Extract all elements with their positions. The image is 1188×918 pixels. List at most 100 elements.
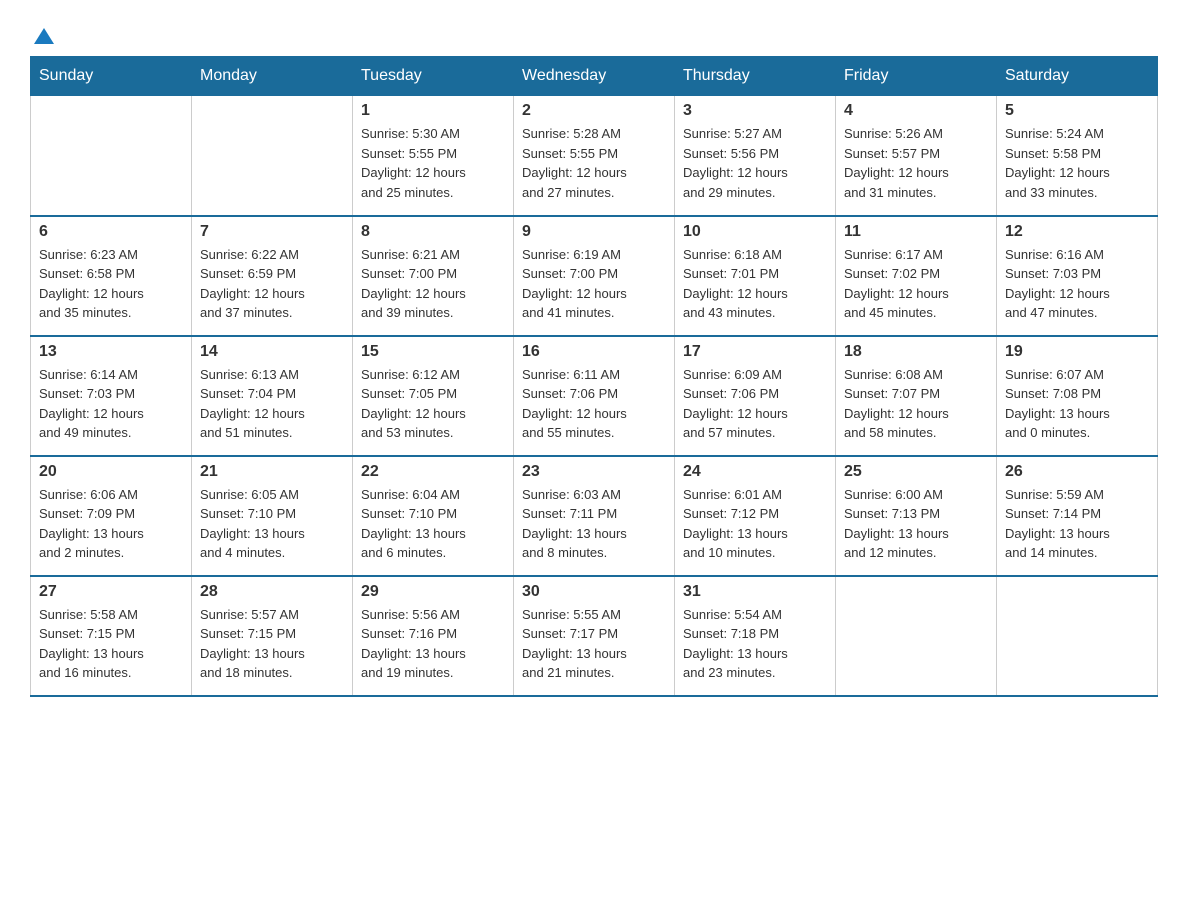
- day-number: 23: [522, 463, 666, 481]
- day-info: Sunrise: 5:28 AMSunset: 5:55 PMDaylight:…: [522, 124, 666, 202]
- day-number: 26: [1005, 463, 1149, 481]
- day-number: 22: [361, 463, 505, 481]
- calendar-cell: 26 Sunrise: 5:59 AMSunset: 7:14 PMDayligh…: [997, 456, 1158, 576]
- calendar-cell: 4 Sunrise: 5:26 AMSunset: 5:57 PMDaylight…: [836, 96, 997, 216]
- calendar-cell: 13 Sunrise: 6:14 AMSunset: 7:03 PMDayligh…: [31, 336, 192, 456]
- day-info: Sunrise: 6:16 AMSunset: 7:03 PMDaylight:…: [1005, 245, 1149, 323]
- page-header: [30, 20, 1158, 46]
- day-number: 15: [361, 343, 505, 361]
- day-number: 3: [683, 102, 827, 120]
- day-info: Sunrise: 5:55 AMSunset: 7:17 PMDaylight:…: [522, 605, 666, 683]
- calendar-cell: 5Sunrise: 5:24 AMSunset: 5:58 PMDaylight…: [997, 96, 1158, 216]
- day-info: Sunrise: 6:00 AMSunset: 7:13 PMDaylight:…: [844, 485, 988, 563]
- calendar-cell: 21 Sunrise: 6:05 AMSunset: 7:10 PMDayligh…: [192, 456, 353, 576]
- calendar-cell: 8 Sunrise: 6:21 AMSunset: 7:00 PMDaylight…: [353, 216, 514, 336]
- day-number: 1: [361, 102, 505, 120]
- header-day-saturday: Saturday: [997, 57, 1158, 96]
- day-info: Sunrise: 6:21 AMSunset: 7:00 PMDaylight:…: [361, 245, 505, 323]
- week-row-2: 6 Sunrise: 6:23 AMSunset: 6:58 PMDaylight…: [31, 216, 1158, 336]
- calendar-cell: 20 Sunrise: 6:06 AMSunset: 7:09 PMDayligh…: [31, 456, 192, 576]
- day-number: 20: [39, 463, 183, 481]
- calendar-cell: 22 Sunrise: 6:04 AMSunset: 7:10 PMDayligh…: [353, 456, 514, 576]
- calendar-table: SundayMondayTuesdayWednesdayThursdayFrid…: [30, 56, 1158, 697]
- day-number: 19: [1005, 343, 1149, 361]
- calendar-cell: 6 Sunrise: 6:23 AMSunset: 6:58 PMDaylight…: [31, 216, 192, 336]
- day-number: 2: [522, 102, 666, 120]
- calendar-cell: 30Sunrise: 5:55 AMSunset: 7:17 PMDayligh…: [514, 576, 675, 696]
- day-number: 16: [522, 343, 666, 361]
- logo: [30, 20, 54, 46]
- calendar-cell: 28 Sunrise: 5:57 AMSunset: 7:15 PMDayligh…: [192, 576, 353, 696]
- calendar-cell: 9 Sunrise: 6:19 AMSunset: 7:00 PMDaylight…: [514, 216, 675, 336]
- day-number: 18: [844, 343, 988, 361]
- calendar-cell: 2 Sunrise: 5:28 AMSunset: 5:55 PMDaylight…: [514, 96, 675, 216]
- calendar-cell: 15 Sunrise: 6:12 AMSunset: 7:05 PMDayligh…: [353, 336, 514, 456]
- day-info: Sunrise: 6:01 AMSunset: 7:12 PMDaylight:…: [683, 485, 827, 563]
- day-info: Sunrise: 6:03 AMSunset: 7:11 PMDaylight:…: [522, 485, 666, 563]
- calendar-cell: 3 Sunrise: 5:27 AMSunset: 5:56 PMDaylight…: [675, 96, 836, 216]
- day-number: 27: [39, 583, 183, 601]
- day-info: Sunrise: 5:26 AMSunset: 5:57 PMDaylight:…: [844, 124, 988, 202]
- header-day-tuesday: Tuesday: [353, 57, 514, 96]
- header-day-sunday: Sunday: [31, 57, 192, 96]
- day-number: 25: [844, 463, 988, 481]
- day-number: 9: [522, 223, 666, 241]
- calendar-cell: [997, 576, 1158, 696]
- day-number: 4: [844, 102, 988, 120]
- day-number: 10: [683, 223, 827, 241]
- calendar-cell: 23 Sunrise: 6:03 AMSunset: 7:11 PMDayligh…: [514, 456, 675, 576]
- header-day-wednesday: Wednesday: [514, 57, 675, 96]
- calendar-cell: 1 Sunrise: 5:30 AMSunset: 5:55 PMDaylight…: [353, 96, 514, 216]
- day-number: 17: [683, 343, 827, 361]
- day-info: Sunrise: 5:59 AMSunset: 7:14 PMDaylight:…: [1005, 485, 1149, 563]
- day-number: 21: [200, 463, 344, 481]
- day-number: 31: [683, 583, 827, 601]
- calendar-cell: 24 Sunrise: 6:01 AMSunset: 7:12 PMDayligh…: [675, 456, 836, 576]
- calendar-cell: 25 Sunrise: 6:00 AMSunset: 7:13 PMDayligh…: [836, 456, 997, 576]
- day-info: Sunrise: 6:04 AMSunset: 7:10 PMDaylight:…: [361, 485, 505, 563]
- day-number: 28: [200, 583, 344, 601]
- day-number: 7: [200, 223, 344, 241]
- logo-triangle-icon: [34, 28, 54, 44]
- day-info: Sunrise: 5:54 AMSunset: 7:18 PMDaylight:…: [683, 605, 827, 683]
- day-info: Sunrise: 6:08 AMSunset: 7:07 PMDaylight:…: [844, 365, 988, 443]
- day-info: Sunrise: 5:57 AMSunset: 7:15 PMDaylight:…: [200, 605, 344, 683]
- day-info: Sunrise: 6:14 AMSunset: 7:03 PMDaylight:…: [39, 365, 183, 443]
- day-number: 13: [39, 343, 183, 361]
- week-row-1: 1 Sunrise: 5:30 AMSunset: 5:55 PMDaylight…: [31, 96, 1158, 216]
- calendar-header: SundayMondayTuesdayWednesdayThursdayFrid…: [31, 57, 1158, 96]
- day-number: 12: [1005, 223, 1149, 241]
- calendar-cell: [31, 96, 192, 216]
- day-number: 8: [361, 223, 505, 241]
- header-day-friday: Friday: [836, 57, 997, 96]
- day-info: Sunrise: 6:18 AMSunset: 7:01 PMDaylight:…: [683, 245, 827, 323]
- header-day-thursday: Thursday: [675, 57, 836, 96]
- header-day-monday: Monday: [192, 57, 353, 96]
- calendar-cell: 29 Sunrise: 5:56 AMSunset: 7:16 PMDayligh…: [353, 576, 514, 696]
- day-number: 24: [683, 463, 827, 481]
- day-info: Sunrise: 5:24 AMSunset: 5:58 PMDaylight:…: [1005, 124, 1149, 202]
- week-row-4: 20 Sunrise: 6:06 AMSunset: 7:09 PMDayligh…: [31, 456, 1158, 576]
- calendar-cell: 12 Sunrise: 6:16 AMSunset: 7:03 PMDayligh…: [997, 216, 1158, 336]
- day-info: Sunrise: 6:06 AMSunset: 7:09 PMDaylight:…: [39, 485, 183, 563]
- day-info: Sunrise: 6:17 AMSunset: 7:02 PMDaylight:…: [844, 245, 988, 323]
- day-number: 29: [361, 583, 505, 601]
- week-row-5: 27Sunrise: 5:58 AMSunset: 7:15 PMDayligh…: [31, 576, 1158, 696]
- calendar-cell: 31 Sunrise: 5:54 AMSunset: 7:18 PMDayligh…: [675, 576, 836, 696]
- day-info: Sunrise: 6:05 AMSunset: 7:10 PMDaylight:…: [200, 485, 344, 563]
- week-row-3: 13 Sunrise: 6:14 AMSunset: 7:03 PMDayligh…: [31, 336, 1158, 456]
- day-info: Sunrise: 6:12 AMSunset: 7:05 PMDaylight:…: [361, 365, 505, 443]
- day-info: Sunrise: 6:19 AMSunset: 7:00 PMDaylight:…: [522, 245, 666, 323]
- day-info: Sunrise: 5:56 AMSunset: 7:16 PMDaylight:…: [361, 605, 505, 683]
- day-info: Sunrise: 6:23 AMSunset: 6:58 PMDaylight:…: [39, 245, 183, 323]
- day-number: 11: [844, 223, 988, 241]
- calendar-cell: 10 Sunrise: 6:18 AMSunset: 7:01 PMDayligh…: [675, 216, 836, 336]
- calendar-cell: 17Sunrise: 6:09 AMSunset: 7:06 PMDayligh…: [675, 336, 836, 456]
- day-number: 6: [39, 223, 183, 241]
- calendar-body: 1 Sunrise: 5:30 AMSunset: 5:55 PMDaylight…: [31, 96, 1158, 696]
- calendar-cell: [192, 96, 353, 216]
- calendar-cell: [836, 576, 997, 696]
- calendar-cell: 7Sunrise: 6:22 AMSunset: 6:59 PMDaylight…: [192, 216, 353, 336]
- day-info: Sunrise: 5:27 AMSunset: 5:56 PMDaylight:…: [683, 124, 827, 202]
- day-info: Sunrise: 5:30 AMSunset: 5:55 PMDaylight:…: [361, 124, 505, 202]
